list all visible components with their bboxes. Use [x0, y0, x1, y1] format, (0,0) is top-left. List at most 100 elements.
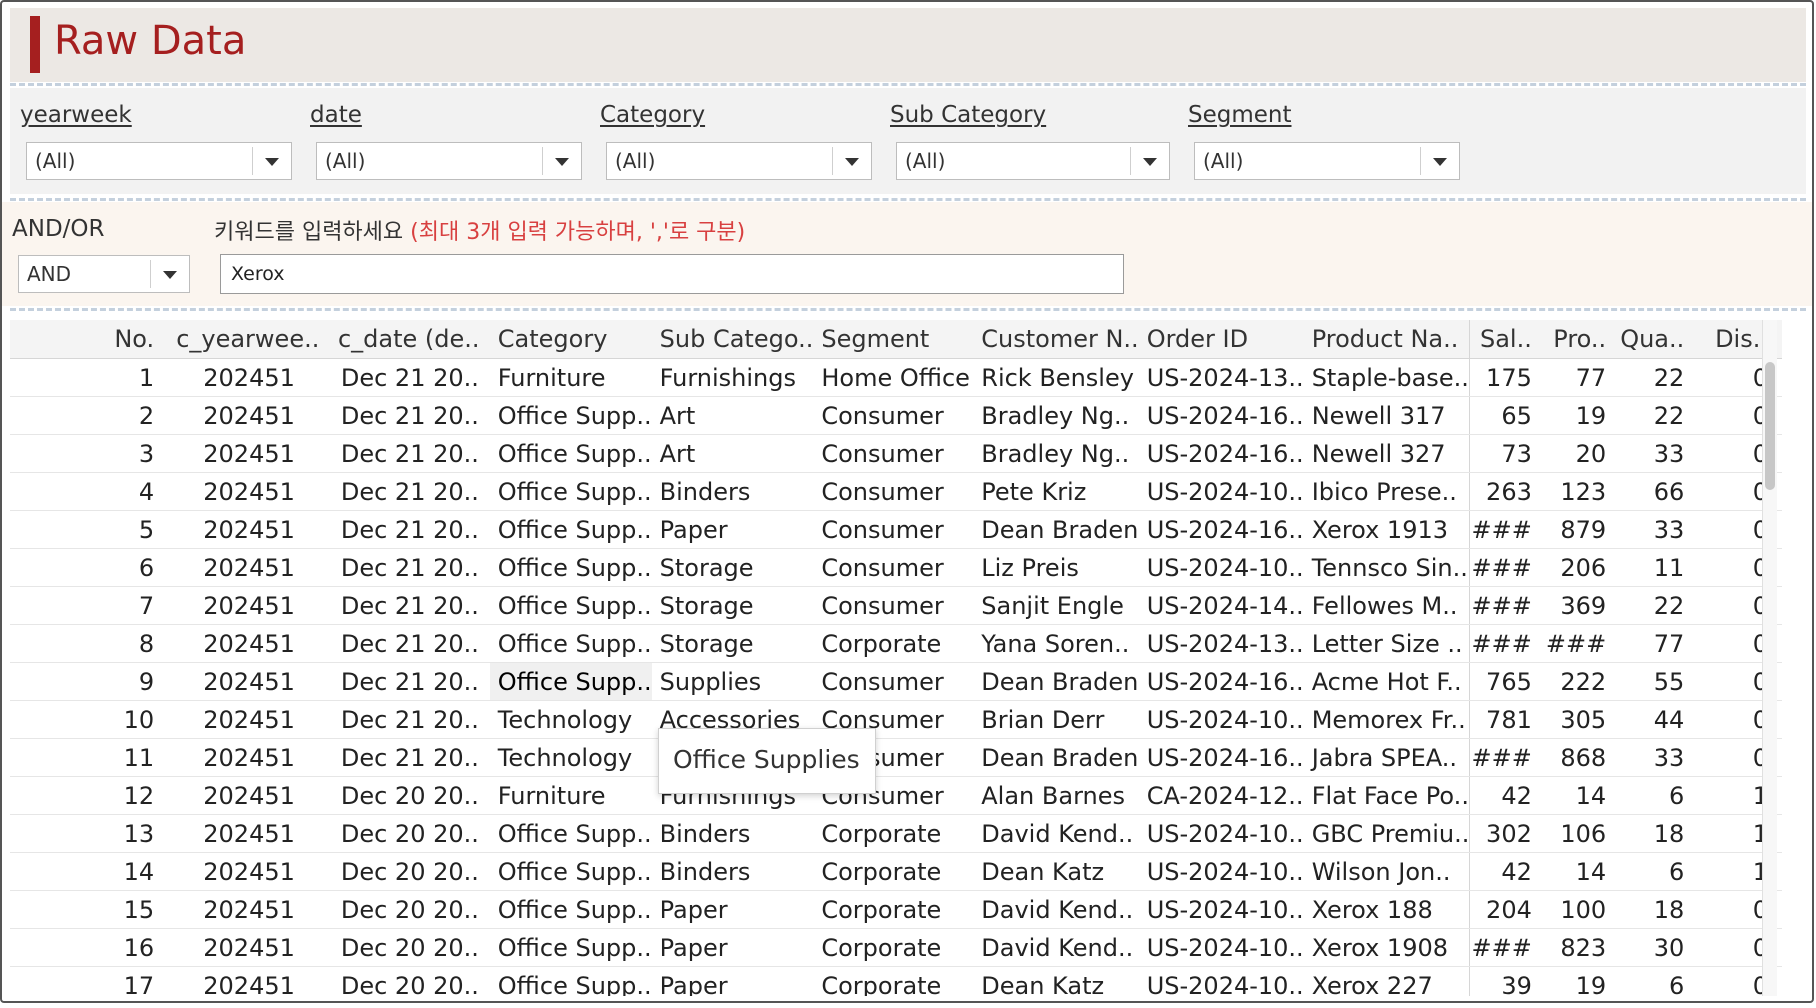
cell-product-name[interactable]: Staple-base..	[1303, 358, 1470, 397]
cell-sales[interactable]: 73	[1469, 434, 1546, 473]
cell-category[interactable]: Office Supp..	[489, 814, 652, 853]
cell-segment[interactable]: Corporate	[813, 928, 974, 967]
cell-quantity[interactable]: 6	[1620, 776, 1699, 815]
cell-no[interactable]: 6	[10, 548, 169, 587]
cell-product-name[interactable]: Memorex Fr..	[1303, 700, 1470, 739]
cell-profit[interactable]: 19	[1545, 396, 1621, 435]
cell-customer-name[interactable]: Brian Derr	[973, 700, 1139, 739]
column-header-order-id[interactable]: Order ID	[1138, 320, 1304, 359]
cell-profit[interactable]: 823	[1545, 928, 1621, 967]
cell-segment[interactable]: Consumer	[813, 586, 974, 625]
cell-date[interactable]: Dec 21 20..	[329, 510, 490, 549]
cell-sub-category[interactable]: Supplies	[651, 662, 814, 701]
cell-category[interactable]: Furniture	[489, 358, 652, 397]
chevron-down-icon[interactable]	[163, 271, 177, 279]
cell-quantity[interactable]: 6	[1620, 966, 1699, 996]
cell-customer-name[interactable]: David Kend..	[973, 928, 1139, 967]
table-row[interactable]: 13 202451 Dec 20 20.. Office Supp.. Binders C…	[10, 814, 1782, 853]
keyword-input[interactable]	[220, 254, 1124, 294]
cell-category[interactable]: Office Supp..	[489, 548, 652, 587]
column-header-customer-name[interactable]: Customer N..	[973, 320, 1139, 359]
cell-customer-name[interactable]: Dean Braden	[973, 662, 1139, 701]
cell-category[interactable]: Office Supp..	[489, 586, 652, 625]
cell-no[interactable]: 4	[10, 472, 169, 511]
table-row[interactable]: 3 202451 Dec 21 20.. Office Supp.. Art Consum…	[10, 434, 1782, 473]
cell-quantity[interactable]: 77	[1620, 624, 1699, 663]
cell-product-name[interactable]: Acme Hot F..	[1303, 662, 1470, 701]
cell-date[interactable]: Dec 21 20..	[329, 548, 490, 587]
cell-quantity[interactable]: 6	[1620, 852, 1699, 891]
cell-product-name[interactable]: Xerox 188	[1303, 890, 1470, 929]
cell-segment[interactable]: Consumer	[813, 510, 974, 549]
cell-category[interactable]: Office Supp..	[489, 928, 652, 967]
column-header-category[interactable]: Category	[489, 320, 652, 359]
cell-yearweek[interactable]: 202451	[168, 966, 330, 996]
cell-profit[interactable]: 222	[1545, 662, 1621, 701]
cell-segment[interactable]: Corporate	[813, 890, 974, 929]
cell-quantity[interactable]: 55	[1620, 662, 1699, 701]
chevron-down-icon[interactable]	[1433, 158, 1447, 166]
yearweek-dropdown[interactable]: (All)	[26, 142, 292, 180]
cell-category[interactable]: Office Supp..	[489, 662, 652, 701]
cell-date[interactable]: Dec 21 20..	[329, 624, 490, 663]
cell-product-name[interactable]: Wilson Jon..	[1303, 852, 1470, 891]
cell-product-name[interactable]: Letter Size ..	[1303, 624, 1470, 663]
table-row[interactable]: 4 202451 Dec 21 20.. Office Supp.. Binders Co…	[10, 472, 1782, 511]
column-header-sub-category[interactable]: Sub Catego..	[651, 320, 814, 359]
cell-yearweek[interactable]: 202451	[168, 396, 330, 435]
cell-yearweek[interactable]: 202451	[168, 510, 330, 549]
cell-order-id[interactable]: US-2024-10..	[1138, 928, 1304, 967]
cell-yearweek[interactable]: 202451	[168, 358, 330, 397]
cell-no[interactable]: 8	[10, 624, 169, 663]
cell-date[interactable]: Dec 21 20..	[329, 434, 490, 473]
cell-category[interactable]: Office Supp..	[489, 434, 652, 473]
table-row[interactable]: 1 202451 Dec 21 20.. Furniture Furnishings Ho…	[10, 358, 1782, 397]
sub-category-dropdown[interactable]: (All)	[896, 142, 1170, 180]
cell-product-name[interactable]: Xerox 227	[1303, 966, 1470, 996]
cell-quantity[interactable]: 33	[1620, 510, 1699, 549]
cell-quantity[interactable]: 33	[1620, 738, 1699, 777]
cell-product-name[interactable]: Ibico Prese..	[1303, 472, 1470, 511]
cell-quantity[interactable]: 30	[1620, 928, 1699, 967]
category-dropdown[interactable]: (All)	[606, 142, 872, 180]
cell-customer-name[interactable]: Sanjit Engle	[973, 586, 1139, 625]
cell-date[interactable]: Dec 20 20..	[329, 814, 490, 853]
cell-yearweek[interactable]: 202451	[168, 624, 330, 663]
cell-profit[interactable]: 14	[1545, 776, 1621, 815]
cell-customer-name[interactable]: Yana Soren..	[973, 624, 1139, 663]
cell-date[interactable]: Dec 20 20..	[329, 852, 490, 891]
cell-sub-category[interactable]: Storage	[651, 624, 814, 663]
cell-segment[interactable]: Corporate	[813, 814, 974, 853]
cell-quantity[interactable]: 66	[1620, 472, 1699, 511]
cell-quantity[interactable]: 22	[1620, 358, 1699, 397]
cell-product-name[interactable]: Xerox 1908	[1303, 928, 1470, 967]
cell-order-id[interactable]: US-2024-10..	[1138, 966, 1304, 996]
cell-quantity[interactable]: 18	[1620, 814, 1699, 853]
cell-no[interactable]: 16	[10, 928, 169, 967]
cell-sub-category[interactable]: Art	[651, 434, 814, 473]
chevron-down-icon[interactable]	[265, 158, 279, 166]
cell-product-name[interactable]: Jabra SPEA..	[1303, 738, 1470, 777]
column-header-date[interactable]: c_date (de..	[329, 320, 490, 359]
column-header-profit[interactable]: Pro..	[1545, 320, 1621, 359]
andor-dropdown[interactable]: AND	[18, 255, 190, 293]
cell-sales[interactable]: 175	[1469, 358, 1546, 397]
cell-product-name[interactable]: Flat Face Po..	[1303, 776, 1470, 815]
cell-yearweek[interactable]: 202451	[168, 434, 330, 473]
cell-sales[interactable]: 263	[1469, 472, 1546, 511]
cell-profit[interactable]: 123	[1545, 472, 1621, 511]
cell-profit[interactable]: 14	[1545, 852, 1621, 891]
cell-sales[interactable]: ###	[1469, 928, 1546, 967]
cell-customer-name[interactable]: Dean Katz	[973, 852, 1139, 891]
cell-sales[interactable]: 302	[1469, 814, 1546, 853]
cell-category[interactable]: Office Supp..	[489, 966, 652, 996]
cell-product-name[interactable]: Fellowes M..	[1303, 586, 1470, 625]
cell-sub-category[interactable]: Binders	[651, 852, 814, 891]
cell-product-name[interactable]: Newell 317	[1303, 396, 1470, 435]
table-row[interactable]: 6 202451 Dec 21 20.. Office Supp.. Storage Co…	[10, 548, 1782, 587]
segment-dropdown[interactable]: (All)	[1194, 142, 1460, 180]
cell-product-name[interactable]: GBC Premiu..	[1303, 814, 1470, 853]
cell-no[interactable]: 11	[10, 738, 169, 777]
cell-segment[interactable]: Consumer	[813, 662, 974, 701]
cell-no[interactable]: 15	[10, 890, 169, 929]
